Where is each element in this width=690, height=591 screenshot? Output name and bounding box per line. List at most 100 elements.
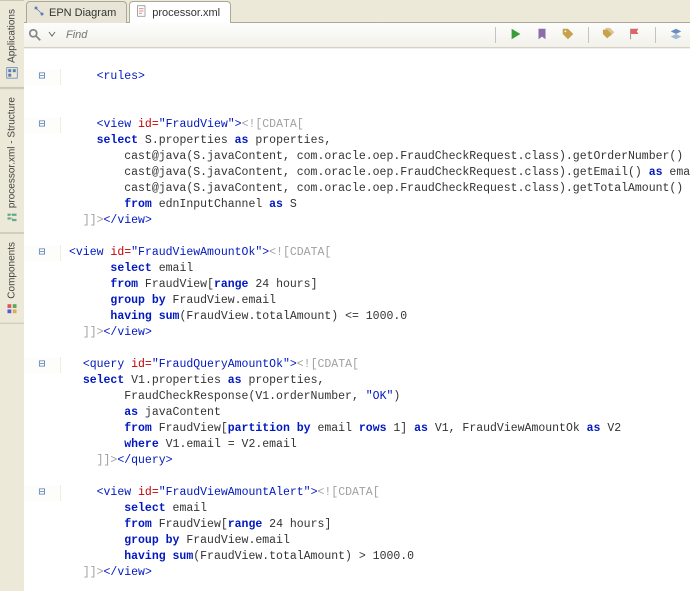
tags-icon — [602, 27, 616, 44]
find-dropdown-arrow-icon[interactable] — [48, 29, 56, 41]
code-line-text[interactable]: <rules> — [61, 69, 145, 85]
code-line-text[interactable]: ]]></view> — [61, 213, 152, 229]
code-line[interactable]: from FraudView[partition by email rows 1… — [24, 421, 690, 437]
code-line[interactable] — [24, 581, 690, 591]
code-line-text[interactable]: group by FraudView.email — [61, 293, 276, 309]
fold-toggle[interactable]: ⊟ — [24, 357, 61, 373]
code-line-text[interactable]: as javaContent — [61, 405, 221, 421]
code-line-text[interactable]: select V1.properties as properties, — [61, 373, 324, 389]
tags-button[interactable] — [599, 25, 619, 45]
code-line-text[interactable]: <view id="FraudViewAmountOk"><![CDATA[ — [61, 245, 331, 261]
find-input[interactable] — [62, 27, 485, 43]
code-line[interactable]: from FraudView[range 24 hours] — [24, 277, 690, 293]
token-cdata: ]]> — [97, 454, 118, 467]
code-line-text[interactable] — [61, 581, 76, 591]
code-line[interactable]: select email — [24, 501, 690, 517]
layers-button[interactable] — [666, 25, 686, 45]
token-kw: having sum — [124, 550, 193, 563]
code-line-text[interactable]: cast@java(S.javaContent, com.oracle.oep.… — [61, 149, 690, 165]
token-kw: having sum — [110, 310, 179, 323]
code-line[interactable]: having sum(FraudView.totalAmount) > 1000… — [24, 549, 690, 565]
code-line[interactable]: from ednInputChannel as S — [24, 197, 690, 213]
code-line-text[interactable] — [61, 341, 76, 357]
sidebar-tab-applications[interactable]: Applications — [0, 0, 24, 88]
code-line-text[interactable]: where V1.email = V2.email — [61, 437, 297, 453]
code-line-text[interactable]: group by FraudView.email — [61, 533, 290, 549]
code-line[interactable]: group by FraudView.email — [24, 533, 690, 549]
code-line-text[interactable] — [61, 53, 76, 69]
code-line-text[interactable]: ]]></view> — [61, 325, 152, 341]
code-editor[interactable]: ⊟ <rules> ⊟ <view id="FraudView"><![CDAT… — [24, 49, 690, 591]
code-line-text[interactable]: <view id="FraudView"><![CDATA[ — [61, 117, 304, 133]
code-line-text[interactable] — [61, 101, 76, 117]
ide-root: Applications processor.xml - Structure C… — [0, 0, 690, 591]
code-line-text[interactable]: select S.properties as properties, — [61, 133, 331, 149]
editor-scroll-viewport[interactable]: ⊟ <rules> ⊟ <view id="FraudView"><![CDAT… — [24, 48, 690, 591]
fold-toggle[interactable]: ⊟ — [24, 485, 61, 501]
token-ident: ednInputChannel — [152, 198, 269, 211]
fold-toggle[interactable]: ⊟ — [24, 69, 61, 85]
token-str: "OK" — [366, 390, 394, 403]
code-line-text[interactable]: from ednInputChannel as S — [61, 197, 297, 213]
tag-button[interactable] — [558, 25, 578, 45]
code-line[interactable]: from FraudView[range 24 hours] — [24, 517, 690, 533]
code-line-text[interactable]: from FraudView[range 24 hours] — [61, 277, 317, 293]
code-line-text[interactable]: <view id="FraudViewAmountAlert"><![CDATA… — [61, 485, 380, 501]
code-line[interactable]: ]]></query> — [24, 453, 690, 469]
code-line-text[interactable]: from FraudView[partition by email rows 1… — [61, 421, 621, 437]
run-button[interactable] — [506, 25, 526, 45]
editor-area: EPN Diagram processor.xml — [24, 0, 690, 591]
code-line[interactable]: cast@java(S.javaContent, com.oracle.oep.… — [24, 181, 690, 197]
code-line-text[interactable]: from FraudView[range 24 hours] — [61, 517, 331, 533]
code-line[interactable]: ]]></view> — [24, 565, 690, 581]
code-line-text[interactable]: cast@java(S.javaContent, com.oracle.oep.… — [61, 165, 690, 181]
code-line-text[interactable] — [61, 229, 76, 245]
code-line-text[interactable]: cast@java(S.javaContent, com.oracle.oep.… — [61, 181, 690, 197]
code-line-text[interactable]: ]]></view> — [61, 565, 152, 581]
code-line-text[interactable]: FraudCheckResponse(V1.orderNumber, "OK") — [61, 389, 400, 405]
token-kw: select — [97, 134, 138, 147]
code-line[interactable]: cast@java(S.javaContent, com.oracle.oep.… — [24, 165, 690, 181]
code-line[interactable]: cast@java(S.javaContent, com.oracle.oep.… — [24, 149, 690, 165]
code-line[interactable]: FraudCheckResponse(V1.orderNumber, "OK") — [24, 389, 690, 405]
code-line-text[interactable]: having sum(FraudView.totalAmount) > 1000… — [61, 549, 414, 565]
code-line[interactable]: ⊟ <view id="FraudView"><![CDATA[ — [24, 117, 690, 133]
code-line[interactable]: ]]></view> — [24, 325, 690, 341]
code-line-text[interactable] — [61, 469, 76, 485]
code-line[interactable]: ⊟<view id="FraudViewAmountOk"><![CDATA[ — [24, 245, 690, 261]
code-line[interactable]: ⊟ <query id="FraudQueryAmountOk"><![CDAT… — [24, 357, 690, 373]
code-line[interactable] — [24, 469, 690, 485]
code-line[interactable]: select V1.properties as properties, — [24, 373, 690, 389]
code-line[interactable] — [24, 53, 690, 69]
code-line[interactable] — [24, 85, 690, 101]
editor-tab-label: processor.xml — [152, 7, 220, 19]
token-ident: FraudView[ — [138, 278, 214, 291]
sidebar-tab-structure[interactable]: processor.xml - Structure — [0, 88, 24, 233]
code-line[interactable]: ]]></view> — [24, 213, 690, 229]
flag-button[interactable] — [625, 25, 645, 45]
code-line[interactable]: select S.properties as properties, — [24, 133, 690, 149]
sidebar-tab-components[interactable]: Components — [0, 233, 24, 324]
editor-tab-epn-diagram[interactable]: EPN Diagram — [26, 1, 127, 23]
code-line-text[interactable]: <query id="FraudQueryAmountOk"><![CDATA[ — [61, 357, 359, 373]
bookmark-button[interactable] — [532, 25, 552, 45]
code-line-text[interactable]: select email — [61, 501, 207, 517]
code-line[interactable]: where V1.email = V2.email — [24, 437, 690, 453]
code-line[interactable] — [24, 101, 690, 117]
code-line[interactable]: group by FraudView.email — [24, 293, 690, 309]
code-line-text[interactable]: select email — [61, 261, 193, 277]
code-line-text[interactable]: ]]></query> — [61, 453, 173, 469]
code-line[interactable]: ⊟ <rules> — [24, 69, 690, 85]
token-ident: cast@java(S.javaContent, com.oracle.oep.… — [124, 150, 690, 163]
code-line[interactable]: select email — [24, 261, 690, 277]
code-line[interactable]: ⊟ <view id="FraudViewAmountAlert"><![CDA… — [24, 485, 690, 501]
code-line-text[interactable] — [61, 85, 76, 101]
fold-toggle[interactable]: ⊟ — [24, 117, 61, 133]
editor-tab-processor-xml[interactable]: processor.xml — [129, 1, 231, 23]
code-line-text[interactable]: having sum(FraudView.totalAmount) <= 100… — [61, 309, 407, 325]
code-line[interactable] — [24, 341, 690, 357]
code-line[interactable] — [24, 229, 690, 245]
code-line[interactable]: having sum(FraudView.totalAmount) <= 100… — [24, 309, 690, 325]
fold-toggle[interactable]: ⊟ — [24, 245, 61, 261]
code-line[interactable]: as javaContent — [24, 405, 690, 421]
